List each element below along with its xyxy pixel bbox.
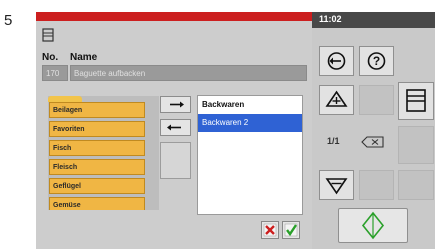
document-icon [42, 28, 54, 42]
name-field[interactable]: Baguette aufbacken [70, 65, 307, 81]
page-indicator: 1/1 [327, 136, 340, 146]
number-label: No. [42, 52, 59, 63]
empty-slot [398, 170, 434, 200]
cancel-button[interactable] [261, 221, 279, 239]
category-list[interactable]: Beilagen Favoriten Fisch Fleisch Geflüge… [49, 102, 145, 210]
down-arrow-icon [320, 171, 353, 199]
empty-slot [359, 85, 394, 115]
up-arrow-icon [320, 86, 353, 114]
diamond-start-icon [339, 209, 407, 242]
clear-icon[interactable] [361, 136, 385, 148]
start-button[interactable] [338, 208, 408, 243]
clock-bar: 11:02 [312, 12, 435, 28]
checkmark-icon [283, 222, 299, 238]
back-arrow-icon [320, 47, 353, 75]
question-icon: ? [360, 47, 393, 75]
empty-slot [359, 170, 394, 200]
figure-number: 5 [4, 12, 13, 29]
main-pane: No. Name 170 Baguette aufbacken Beilagen… [36, 12, 312, 249]
confirm-button[interactable] [282, 221, 300, 239]
arrow-left-icon [161, 120, 190, 135]
group-item[interactable]: Backwaren [198, 96, 302, 114]
card-icon [399, 83, 433, 119]
card-button[interactable] [398, 82, 434, 120]
top-status-bar [36, 12, 312, 21]
help-button[interactable]: ? [359, 46, 394, 76]
name-label: Name [70, 52, 98, 63]
scroll-up-button[interactable] [319, 85, 354, 115]
category-item[interactable]: Gemüse [49, 197, 145, 210]
move-left-button[interactable] [160, 119, 191, 136]
scroll-down-button[interactable] [319, 170, 354, 200]
back-button[interactable] [319, 46, 354, 76]
move-right-button[interactable] [160, 96, 191, 113]
svg-text:?: ? [373, 54, 380, 68]
device-screen: No. Name 170 Baguette aufbacken Beilagen… [36, 12, 435, 249]
empty-slot [398, 126, 434, 164]
category-item[interactable]: Fisch [49, 140, 145, 156]
group-item-selected[interactable]: Backwaren 2 [198, 114, 302, 132]
group-list[interactable]: Backwaren Backwaren 2 [197, 95, 303, 215]
category-item[interactable]: Beilagen [49, 102, 145, 118]
clock-time: 11:02 [319, 14, 342, 24]
category-item[interactable]: Fleisch [49, 159, 145, 175]
category-item[interactable]: Geflügel [49, 178, 145, 194]
number-field[interactable]: 170 [42, 65, 68, 81]
category-item[interactable]: Favoriten [49, 121, 145, 137]
arrow-right-icon [161, 97, 190, 112]
empty-button[interactable] [160, 142, 191, 179]
cancel-x-icon [262, 222, 278, 238]
